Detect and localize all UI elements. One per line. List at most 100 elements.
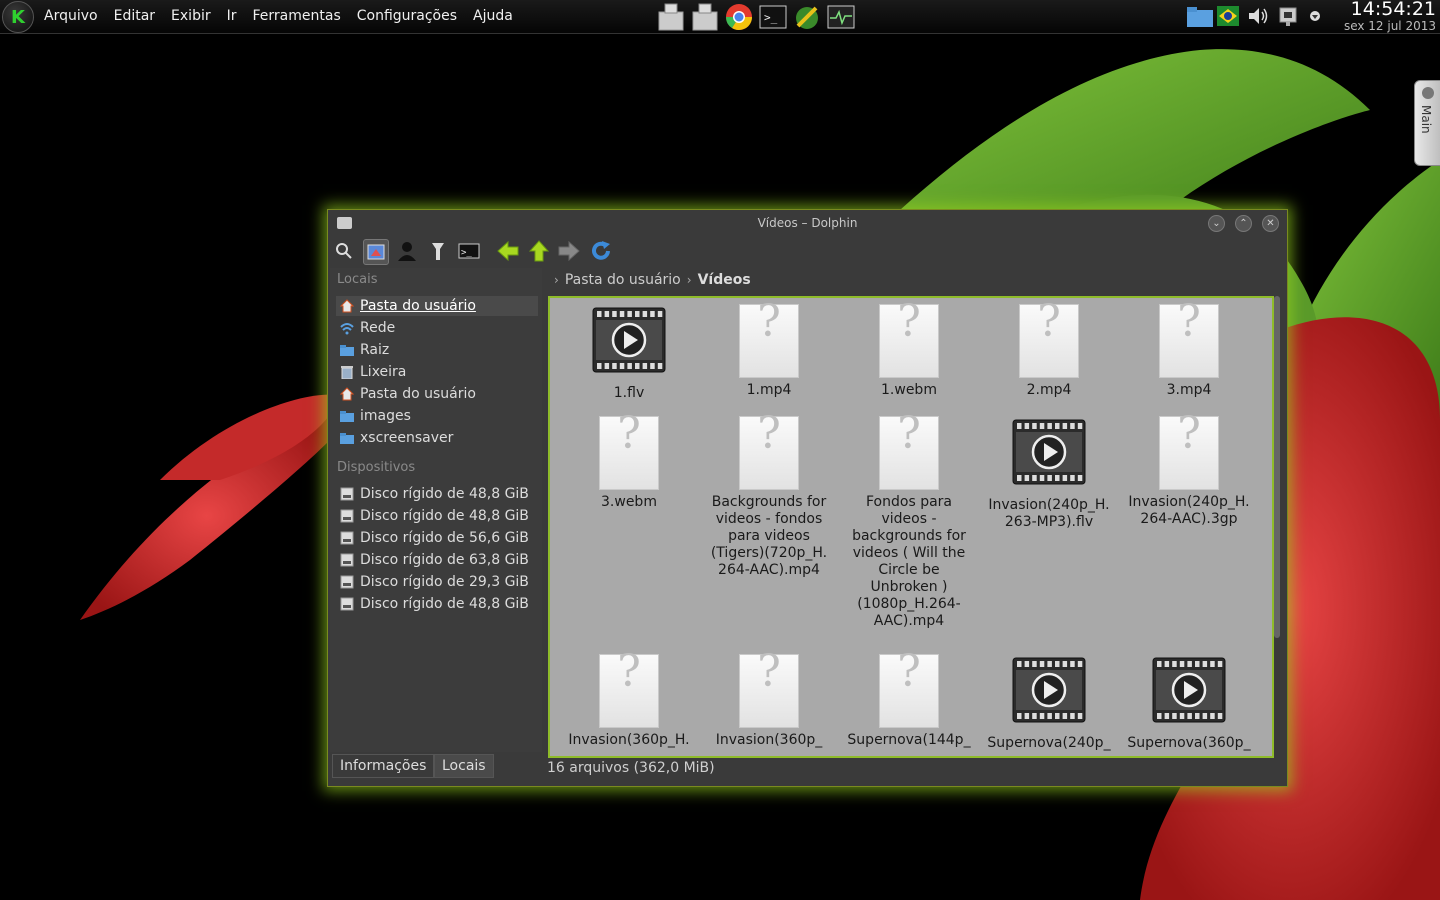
breadcrumb-separator-icon: › xyxy=(554,273,559,287)
breadcrumb-current[interactable]: Vídeos xyxy=(698,272,751,288)
file-item[interactable]: ? 3.webm xyxy=(562,412,696,511)
menu-editar[interactable]: Editar xyxy=(114,0,163,33)
device-label: Disco rígido de 63,8 GiB xyxy=(360,552,529,568)
places-item-label: images xyxy=(360,408,411,424)
file-item[interactable]: ? Invasion(240p_H. 264-AAC).3gp xyxy=(1122,412,1256,528)
forward-arrow-icon[interactable] xyxy=(557,239,581,263)
places-item-label: Raiz xyxy=(360,342,390,358)
places-item-raiz[interactable]: Raiz xyxy=(336,340,538,360)
back-arrow-icon[interactable] xyxy=(496,239,520,263)
file-item[interactable]: ? Backgrounds for videos - fondos para vide… xyxy=(702,412,836,579)
pager-2-icon[interactable] xyxy=(690,2,720,32)
terminal-toolbar-icon[interactable]: >_ xyxy=(457,239,481,263)
file-item[interactable]: ? 3.mp4 xyxy=(1122,300,1256,399)
file-name: Supernova(360p_ xyxy=(1122,735,1256,752)
file-name-line: 1.flv xyxy=(613,385,645,401)
places-item-label: Rede xyxy=(360,320,396,336)
file-view[interactable]: 1.flv? 1.mp4? 1.webm? 2.mp4? 3.mp4? 3.webm? Ba… xyxy=(548,296,1274,758)
menu-ferramentas[interactable]: Ferramentas xyxy=(253,0,349,33)
video-file-icon xyxy=(1012,657,1086,723)
user-icon[interactable] xyxy=(395,239,419,263)
flag-icon[interactable] xyxy=(1216,4,1240,28)
folder-icon xyxy=(340,343,354,357)
file-name: 1.webm xyxy=(842,382,976,399)
terminal-icon[interactable]: >_ xyxy=(758,2,788,32)
breadcrumb-home[interactable]: Pasta do usuário xyxy=(565,272,681,288)
preview-icon[interactable] xyxy=(363,239,389,265)
maximize-button[interactable]: ⌃ xyxy=(1235,215,1252,232)
menu-configuracoes[interactable]: Configurações xyxy=(357,0,465,33)
activity-widget-tab[interactable]: Main xyxy=(1414,80,1440,166)
device-item[interactable]: Disco rígido de 29,3 GiB xyxy=(336,572,538,592)
hard-disk-icon xyxy=(340,597,354,611)
file-item[interactable]: 1.flv xyxy=(562,304,696,402)
home-icon xyxy=(340,387,354,401)
device-item[interactable]: Disco rígido de 48,8 GiB xyxy=(336,506,538,526)
up-arrow-icon[interactable] xyxy=(527,239,551,263)
pager-1-icon[interactable] xyxy=(656,2,686,32)
digital-clock[interactable]: 14:54:21 sex 12 jul 2013 xyxy=(1336,0,1436,32)
top-panel: K Arquivo Editar Exibir Ir Ferramentas C… xyxy=(0,0,1440,34)
filter-icon[interactable] xyxy=(426,239,450,263)
dolphin-window: Vídeos – Dolphin ⌄ ⌃ ✕ >_ Locais Pasta d… xyxy=(327,209,1288,787)
file-item[interactable]: ? Invasion(360p_H. xyxy=(562,650,696,749)
unknown-file-icon: ? xyxy=(739,650,799,728)
hard-disk-icon xyxy=(340,487,354,501)
device-item[interactable]: Disco rígido de 63,8 GiB xyxy=(336,550,538,570)
places-item-images[interactable]: images xyxy=(336,406,538,426)
vertical-scrollbar[interactable] xyxy=(1274,296,1280,638)
unknown-file-icon: ? xyxy=(599,412,659,490)
svg-text:>_: >_ xyxy=(461,248,472,258)
device-item[interactable]: Disco rígido de 56,6 GiB xyxy=(336,528,538,548)
menu-arquivo[interactable]: Arquivo xyxy=(44,0,106,33)
menu-exibir[interactable]: Exibir xyxy=(171,0,219,33)
search-icon[interactable] xyxy=(332,239,356,263)
arrow-icon[interactable] xyxy=(1306,4,1330,28)
file-item[interactable]: ? Fondos para videos - backgrounds for video… xyxy=(842,412,976,630)
file-name-line: Supernova(360p_ xyxy=(1127,735,1251,751)
file-name-line: videos ( Will the xyxy=(852,545,966,561)
file-item[interactable]: Supernova(240p_ xyxy=(982,654,1116,752)
volume-icon[interactable] xyxy=(1246,4,1270,28)
window-titlebar[interactable]: Vídeos – Dolphin ⌄ ⌃ ✕ xyxy=(328,210,1287,236)
places-item-lixeira[interactable]: Lixeira xyxy=(336,362,538,382)
file-name: 1.mp4 xyxy=(702,382,836,399)
reload-icon[interactable] xyxy=(589,239,613,263)
file-item[interactable]: ? Supernova(144p_ xyxy=(842,650,976,749)
system-monitor-icon[interactable] xyxy=(826,2,856,32)
file-name: Supernova(240p_ xyxy=(982,735,1116,752)
menu-ir[interactable]: Ir xyxy=(227,0,245,33)
device-item[interactable]: Disco rígido de 48,8 GiB xyxy=(336,484,538,504)
places-item-rede[interactable]: Rede xyxy=(336,318,538,338)
minimize-button[interactable]: ⌄ xyxy=(1208,215,1225,232)
home-icon xyxy=(340,299,354,313)
clock-date: sex 12 jul 2013 xyxy=(1343,19,1436,33)
quick-launchers: >_ xyxy=(656,2,856,32)
file-item[interactable]: ? Invasion(360p_ xyxy=(702,650,836,749)
hard-disk-icon xyxy=(340,553,354,567)
tab-locais[interactable]: Locais xyxy=(434,754,494,778)
file-name-line: 1.webm xyxy=(881,382,937,398)
file-name-line: Supernova(144p_ xyxy=(847,732,971,748)
file-item[interactable]: ? 1.webm xyxy=(842,300,976,399)
application-launcher-button[interactable]: K xyxy=(2,1,34,33)
file-item[interactable]: Invasion(240p_H. 263-MP3).flv xyxy=(982,416,1116,531)
file-item[interactable]: Supernova(360p_ xyxy=(1122,654,1256,752)
device-label: Disco rígido de 56,6 GiB xyxy=(360,530,529,546)
close-button[interactable]: ✕ xyxy=(1262,215,1279,232)
video-file-icon xyxy=(592,307,666,373)
file-item[interactable]: ? 2.mp4 xyxy=(982,300,1116,399)
software-icon[interactable] xyxy=(792,2,822,32)
chrome-icon[interactable] xyxy=(724,2,754,32)
menu-ajuda[interactable]: Ajuda xyxy=(473,0,521,33)
file-item[interactable]: ? 1.mp4 xyxy=(702,300,836,399)
file-name-line: Fondos para xyxy=(866,494,952,510)
folder-tray-icon[interactable] xyxy=(1186,4,1213,28)
file-name-line: videos - fondos xyxy=(715,511,823,527)
places-item-home-2[interactable]: Pasta do usuário xyxy=(336,384,538,404)
network-icon[interactable] xyxy=(1276,4,1300,28)
places-item-home[interactable]: Pasta do usuário xyxy=(336,296,538,316)
tab-informacoes[interactable]: Informações xyxy=(332,754,435,778)
places-item-xscreensaver[interactable]: xscreensaver xyxy=(336,428,538,448)
device-item[interactable]: Disco rígido de 48,8 GiB xyxy=(336,594,538,614)
